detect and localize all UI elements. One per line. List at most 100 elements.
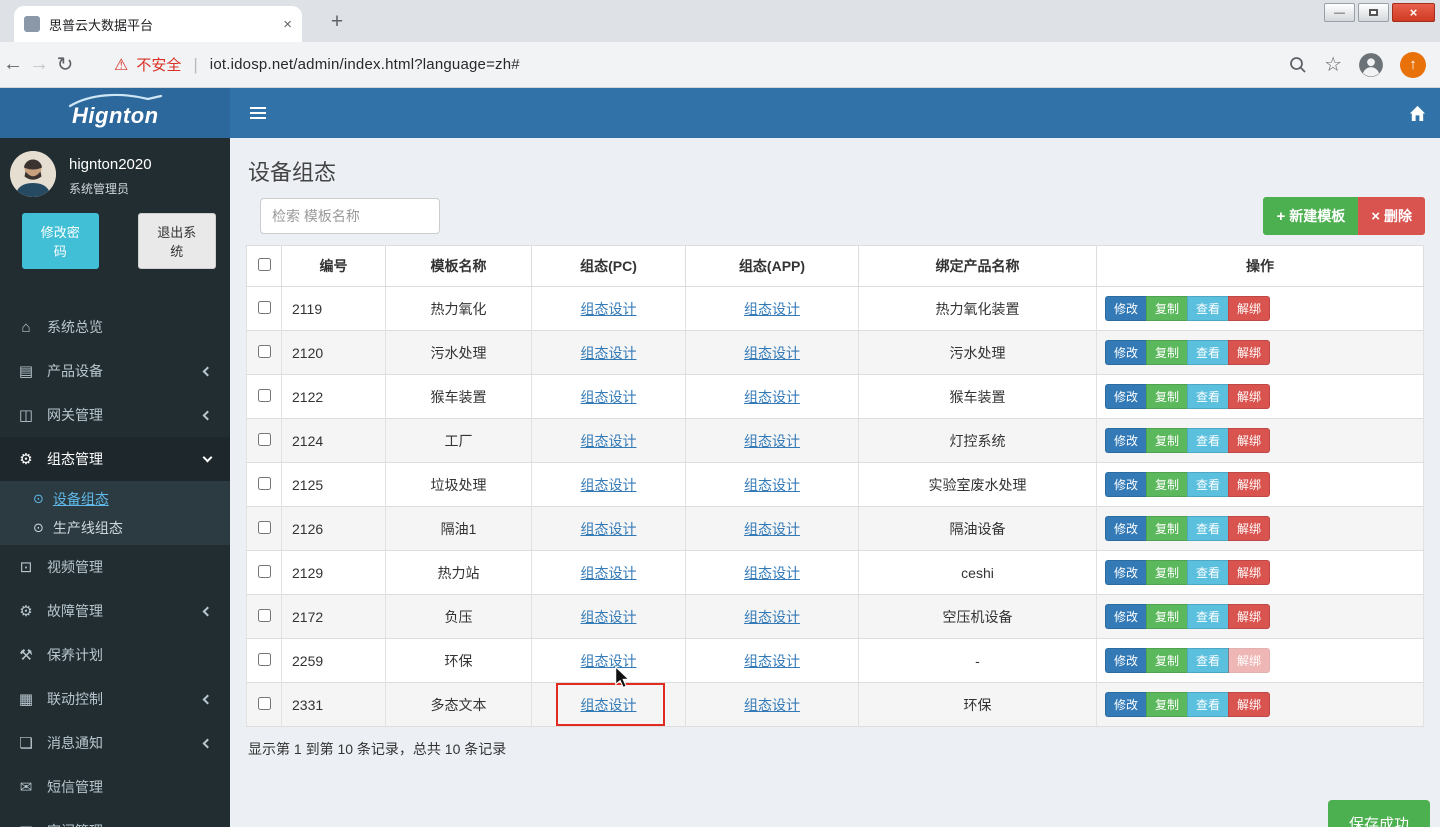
unbind-button[interactable]: 解绑 — [1228, 648, 1270, 673]
row-checkbox[interactable] — [258, 653, 271, 666]
window-minimize-button[interactable]: — — [1324, 3, 1355, 22]
row-checkbox[interactable] — [258, 697, 271, 710]
sidebar-item-video[interactable]: ⊡视频管理 — [0, 545, 230, 589]
unbind-button[interactable]: 解绑 — [1228, 516, 1270, 541]
sidebar-item-fault[interactable]: ⚙故障管理 — [0, 589, 230, 633]
row-checkbox[interactable] — [258, 521, 271, 534]
app-design-link[interactable]: 组态设计 — [744, 609, 800, 625]
app-design-link[interactable]: 组态设计 — [744, 565, 800, 581]
change-password-button[interactable]: 修改密码 — [22, 213, 99, 269]
app-design-link[interactable]: 组态设计 — [744, 521, 800, 537]
pc-design-link[interactable]: 组态设计 — [581, 565, 637, 581]
window-close-button[interactable]: × — [1392, 3, 1435, 22]
row-checkbox[interactable] — [258, 433, 271, 446]
view-button[interactable]: 查看 — [1187, 692, 1229, 717]
sidebar-subitem-line-scada[interactable]: ⊙生产线组态 — [0, 513, 230, 542]
sidebar-item-linkage[interactable]: ▦联动控制 — [0, 677, 230, 721]
row-checkbox[interactable] — [258, 565, 271, 578]
sidebar-item-products[interactable]: ▤产品设备 — [0, 349, 230, 393]
row-checkbox[interactable] — [258, 389, 271, 402]
select-all-checkbox[interactable] — [258, 258, 271, 271]
home-nav-icon[interactable] — [1408, 104, 1427, 122]
new-template-button[interactable]: +新建模板 — [1263, 197, 1358, 235]
sidebar-item-overview[interactable]: ⌂系统总览 — [0, 305, 230, 349]
sidebar-subitem-device-scada[interactable]: ⊙设备组态 — [0, 484, 230, 513]
view-button[interactable]: 查看 — [1187, 296, 1229, 321]
search-input[interactable] — [260, 198, 440, 234]
sidebar-item-space[interactable]: ▣空间管理 — [0, 809, 230, 827]
view-button[interactable]: 查看 — [1187, 560, 1229, 585]
edit-button[interactable]: 修改 — [1105, 604, 1147, 629]
edit-button[interactable]: 修改 — [1105, 296, 1147, 321]
view-button[interactable]: 查看 — [1187, 384, 1229, 409]
reload-icon[interactable]: ↻ — [52, 52, 78, 77]
copy-button[interactable]: 复制 — [1146, 692, 1188, 717]
app-design-link[interactable]: 组态设计 — [744, 653, 800, 669]
sidebar-item-sms[interactable]: ✉短信管理 — [0, 765, 230, 809]
copy-button[interactable]: 复制 — [1146, 516, 1188, 541]
pc-design-link[interactable]: 组态设计 — [581, 609, 637, 625]
sidebar-item-message[interactable]: ❏消息通知 — [0, 721, 230, 765]
delete-button[interactable]: ×删除 — [1358, 197, 1425, 235]
sidebar-item-scada[interactable]: ⚙组态管理 — [0, 437, 230, 481]
unbind-button[interactable]: 解绑 — [1228, 340, 1270, 365]
sidebar-item-maintenance[interactable]: ⚒保养计划 — [0, 633, 230, 677]
unbind-button[interactable]: 解绑 — [1228, 428, 1270, 453]
window-restore-button[interactable] — [1358, 3, 1389, 22]
url-text[interactable]: iot.idosp.net/admin/index.html?language=… — [210, 56, 520, 73]
copy-button[interactable]: 复制 — [1146, 604, 1188, 629]
pc-design-link[interactable]: 组态设计 — [581, 433, 637, 449]
view-button[interactable]: 查看 — [1187, 604, 1229, 629]
unbind-button[interactable]: 解绑 — [1228, 296, 1270, 321]
copy-button[interactable]: 复制 — [1146, 384, 1188, 409]
app-design-link[interactable]: 组态设计 — [744, 433, 800, 449]
app-design-link[interactable]: 组态设计 — [744, 477, 800, 493]
profile-avatar-icon[interactable] — [1358, 52, 1384, 78]
edit-button[interactable]: 修改 — [1105, 648, 1147, 673]
unbind-button[interactable]: 解绑 — [1228, 384, 1270, 409]
browser-update-icon[interactable]: ↑ — [1400, 52, 1426, 78]
edit-button[interactable]: 修改 — [1105, 516, 1147, 541]
view-button[interactable]: 查看 — [1187, 428, 1229, 453]
forward-icon[interactable]: → — [26, 53, 52, 76]
copy-button[interactable]: 复制 — [1146, 472, 1188, 497]
row-checkbox[interactable] — [258, 301, 271, 314]
edit-button[interactable]: 修改 — [1105, 692, 1147, 717]
edit-button[interactable]: 修改 — [1105, 384, 1147, 409]
app-design-link[interactable]: 组态设计 — [744, 345, 800, 361]
sidebar-toggle-button[interactable] — [238, 88, 278, 138]
unbind-button[interactable]: 解绑 — [1228, 472, 1270, 497]
pc-design-link[interactable]: 组态设计 — [581, 301, 637, 317]
pc-design-link[interactable]: 组态设计 — [581, 521, 637, 537]
copy-button[interactable]: 复制 — [1146, 340, 1188, 365]
address-bar[interactable]: ⚠ 不安全 | iot.idosp.net/admin/index.html?l… — [114, 54, 520, 75]
new-tab-button[interactable]: + — [324, 9, 350, 35]
pc-design-link[interactable]: 组态设计 — [581, 697, 637, 713]
edit-button[interactable]: 修改 — [1105, 428, 1147, 453]
unbind-button[interactable]: 解绑 — [1228, 560, 1270, 585]
row-checkbox[interactable] — [258, 345, 271, 358]
logout-button[interactable]: 退出系统 — [138, 213, 217, 269]
app-design-link[interactable]: 组态设计 — [744, 389, 800, 405]
pc-design-link[interactable]: 组态设计 — [581, 345, 637, 361]
sidebar-item-gateway[interactable]: ◫网关管理 — [0, 393, 230, 437]
back-icon[interactable]: ← — [0, 53, 26, 76]
app-design-link[interactable]: 组态设计 — [744, 301, 800, 317]
copy-button[interactable]: 复制 — [1146, 296, 1188, 321]
edit-button[interactable]: 修改 — [1105, 472, 1147, 497]
unbind-button[interactable]: 解绑 — [1228, 692, 1270, 717]
copy-button[interactable]: 复制 — [1146, 648, 1188, 673]
tab-close-icon[interactable]: × — [283, 16, 292, 33]
row-checkbox[interactable] — [258, 609, 271, 622]
view-button[interactable]: 查看 — [1187, 648, 1229, 673]
edit-button[interactable]: 修改 — [1105, 560, 1147, 585]
edit-button[interactable]: 修改 — [1105, 340, 1147, 365]
unbind-button[interactable]: 解绑 — [1228, 604, 1270, 629]
view-button[interactable]: 查看 — [1187, 472, 1229, 497]
view-button[interactable]: 查看 — [1187, 516, 1229, 541]
pc-design-link[interactable]: 组态设计 — [581, 389, 637, 405]
pc-design-link[interactable]: 组态设计 — [581, 477, 637, 493]
copy-button[interactable]: 复制 — [1146, 560, 1188, 585]
browser-tab[interactable]: 思普云大数据平台 × — [14, 6, 302, 42]
view-button[interactable]: 查看 — [1187, 340, 1229, 365]
